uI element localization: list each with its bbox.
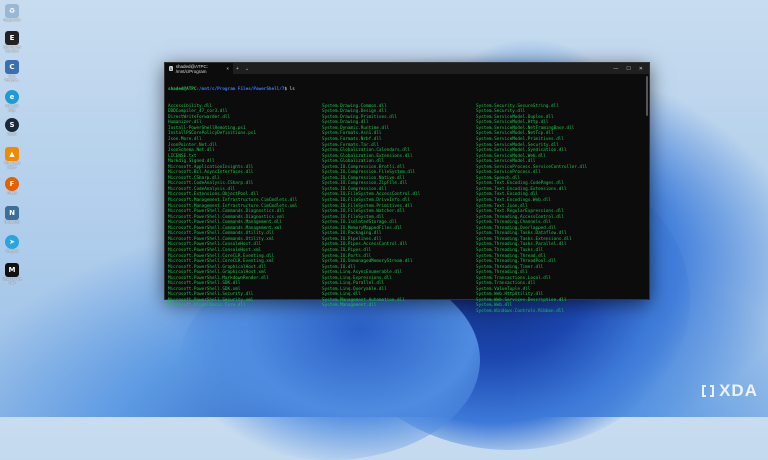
desktop-icon-label: Core Tempera... <box>4 74 20 82</box>
new-tab-button[interactable]: + <box>233 66 242 72</box>
telegram-icon: ➤ <box>5 235 19 249</box>
tab-title: shaded@ATPC: /mnt/c/Program <box>175 63 208 74</box>
desktop-icon-edge[interactable]: e Microsoft Edge <box>2 90 22 112</box>
desktop-icon-telegram[interactable]: ➤ Telegram <box>2 235 22 254</box>
maximize-button[interactable]: ☐ <box>626 66 630 72</box>
desktop-icon-label: Steam <box>7 132 17 136</box>
minimize-button[interactable]: — <box>613 66 618 72</box>
tab-dropdown-button[interactable]: ⌄ <box>242 66 252 72</box>
desktop-icon-core-temp[interactable]: C Core Tempera... <box>2 60 22 82</box>
core-temp-icon: C <box>5 60 19 74</box>
desktop-icon-app[interactable]: N Nvidia OBI <box>2 206 22 225</box>
desktop-icon-label: Epic Games Launcher <box>3 45 21 53</box>
tab-terminal[interactable]: λ shaded@ATPC: /mnt/c/Program × <box>165 63 233 74</box>
app-icon: N <box>5 206 19 220</box>
prompt-path: :/mnt/c/Program Files/PowerShell/7 <box>196 87 285 93</box>
listing-column: System.Security.SecureString.dll System.… <box>476 103 588 314</box>
desktop-icon-label: Microsoft Edge <box>5 104 19 112</box>
desktop-icon-epic-games[interactable]: E Epic Games Launcher <box>2 31 22 53</box>
desktop-icon-recycle-bin[interactable]: ♻ Recycle Bin <box>2 4 22 23</box>
desktop-icon-label: VLC media player <box>4 161 20 169</box>
xda-watermark: XDA <box>700 381 758 401</box>
close-button[interactable]: ✕ <box>639 66 643 72</box>
media-icon: M <box>5 263 19 277</box>
desktop-icon-steam[interactable]: S Steam <box>2 118 22 137</box>
terminal-titlebar[interactable]: λ shaded@ATPC: /mnt/c/Program × + ⌄ — ☐ … <box>165 63 649 74</box>
listing-column: Accessibility.dll DDDCompiler_47_cor3.dl… <box>168 103 298 309</box>
desktop-icon-label: Telegram <box>5 249 19 253</box>
desktop-icon-vlc[interactable]: ▲ VLC media player <box>2 147 22 169</box>
watermark-text: XDA <box>719 381 758 400</box>
terminal-scrollbar[interactable] <box>646 76 648 116</box>
desktop-icon-label: Firefox <box>7 191 17 195</box>
desktop-icon-firefox[interactable]: F Firefox <box>2 177 22 196</box>
epic-games-icon: E <box>5 31 19 45</box>
command-prompt: shaded@ATPC:/mnt/c/Program Files/PowerSh… <box>168 87 646 93</box>
terminal-output[interactable]: shaded@ATPC:/mnt/c/Program Files/PowerSh… <box>165 74 649 328</box>
desktop-icon-media[interactable]: M MEDIA Of the Film <box>2 263 22 285</box>
desktop-icon-label: Nvidia OBI <box>4 220 20 224</box>
steam-icon: S <box>5 118 19 132</box>
desktop-icon-label: Recycle Bin <box>3 18 21 22</box>
linux-icon: λ <box>169 66 173 71</box>
firefox-icon: F <box>5 177 19 191</box>
listing-column: System.Drawing.Common.dll System.Drawing… <box>322 103 421 309</box>
tab-close-icon[interactable]: × <box>226 66 229 71</box>
terminal-window[interactable]: λ shaded@ATPC: /mnt/c/Program × + ⌄ — ☐ … <box>164 62 650 314</box>
xda-logo-icon <box>702 385 715 397</box>
edge-icon: e <box>5 90 19 104</box>
vlc-icon: ▲ <box>5 147 19 161</box>
directory-listing: Accessibility.dll DDDCompiler_47_cor3.dl… <box>168 104 646 315</box>
desktop-icon-label: MEDIA Of the Film <box>2 277 22 285</box>
recycle-bin-icon: ♻ <box>5 4 19 18</box>
prompt-command: ls <box>289 87 295 93</box>
prompt-user: shaded@ATPC <box>168 87 197 93</box>
